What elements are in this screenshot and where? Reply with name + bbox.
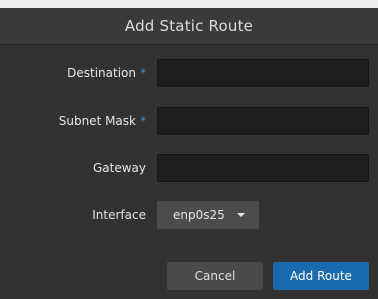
- destination-label: Destination *: [67, 66, 146, 80]
- destination-input[interactable]: [157, 59, 369, 87]
- gateway-label: Gateway: [92, 161, 146, 175]
- subnet-mask-label: Subnet Mask *: [58, 114, 146, 128]
- interface-label: Interface: [92, 208, 146, 222]
- required-marker: *: [140, 66, 146, 80]
- window-top-strip: [0, 0, 378, 8]
- subnet-mask-input[interactable]: [157, 107, 369, 135]
- dialog-title: Add Static Route: [124, 17, 254, 35]
- destination-row: Destination *: [0, 59, 378, 87]
- caret-down-icon: [236, 213, 245, 217]
- required-marker: *: [140, 114, 146, 128]
- add-static-route-dialog: Add Static Route Destination * Subnet Mas…: [0, 8, 378, 299]
- interface-selected-value: enp0s25: [173, 208, 225, 222]
- dialog-header: Add Static Route: [0, 8, 378, 45]
- interface-row: Interface enp0s25: [0, 201, 378, 229]
- gateway-input[interactable]: [157, 154, 369, 182]
- cancel-button[interactable]: Cancel: [167, 262, 263, 290]
- add-route-button[interactable]: Add Route: [273, 262, 369, 290]
- gateway-row: Gateway: [0, 154, 378, 182]
- subnet-mask-row: Subnet Mask *: [0, 107, 378, 135]
- interface-select[interactable]: enp0s25: [157, 201, 259, 229]
